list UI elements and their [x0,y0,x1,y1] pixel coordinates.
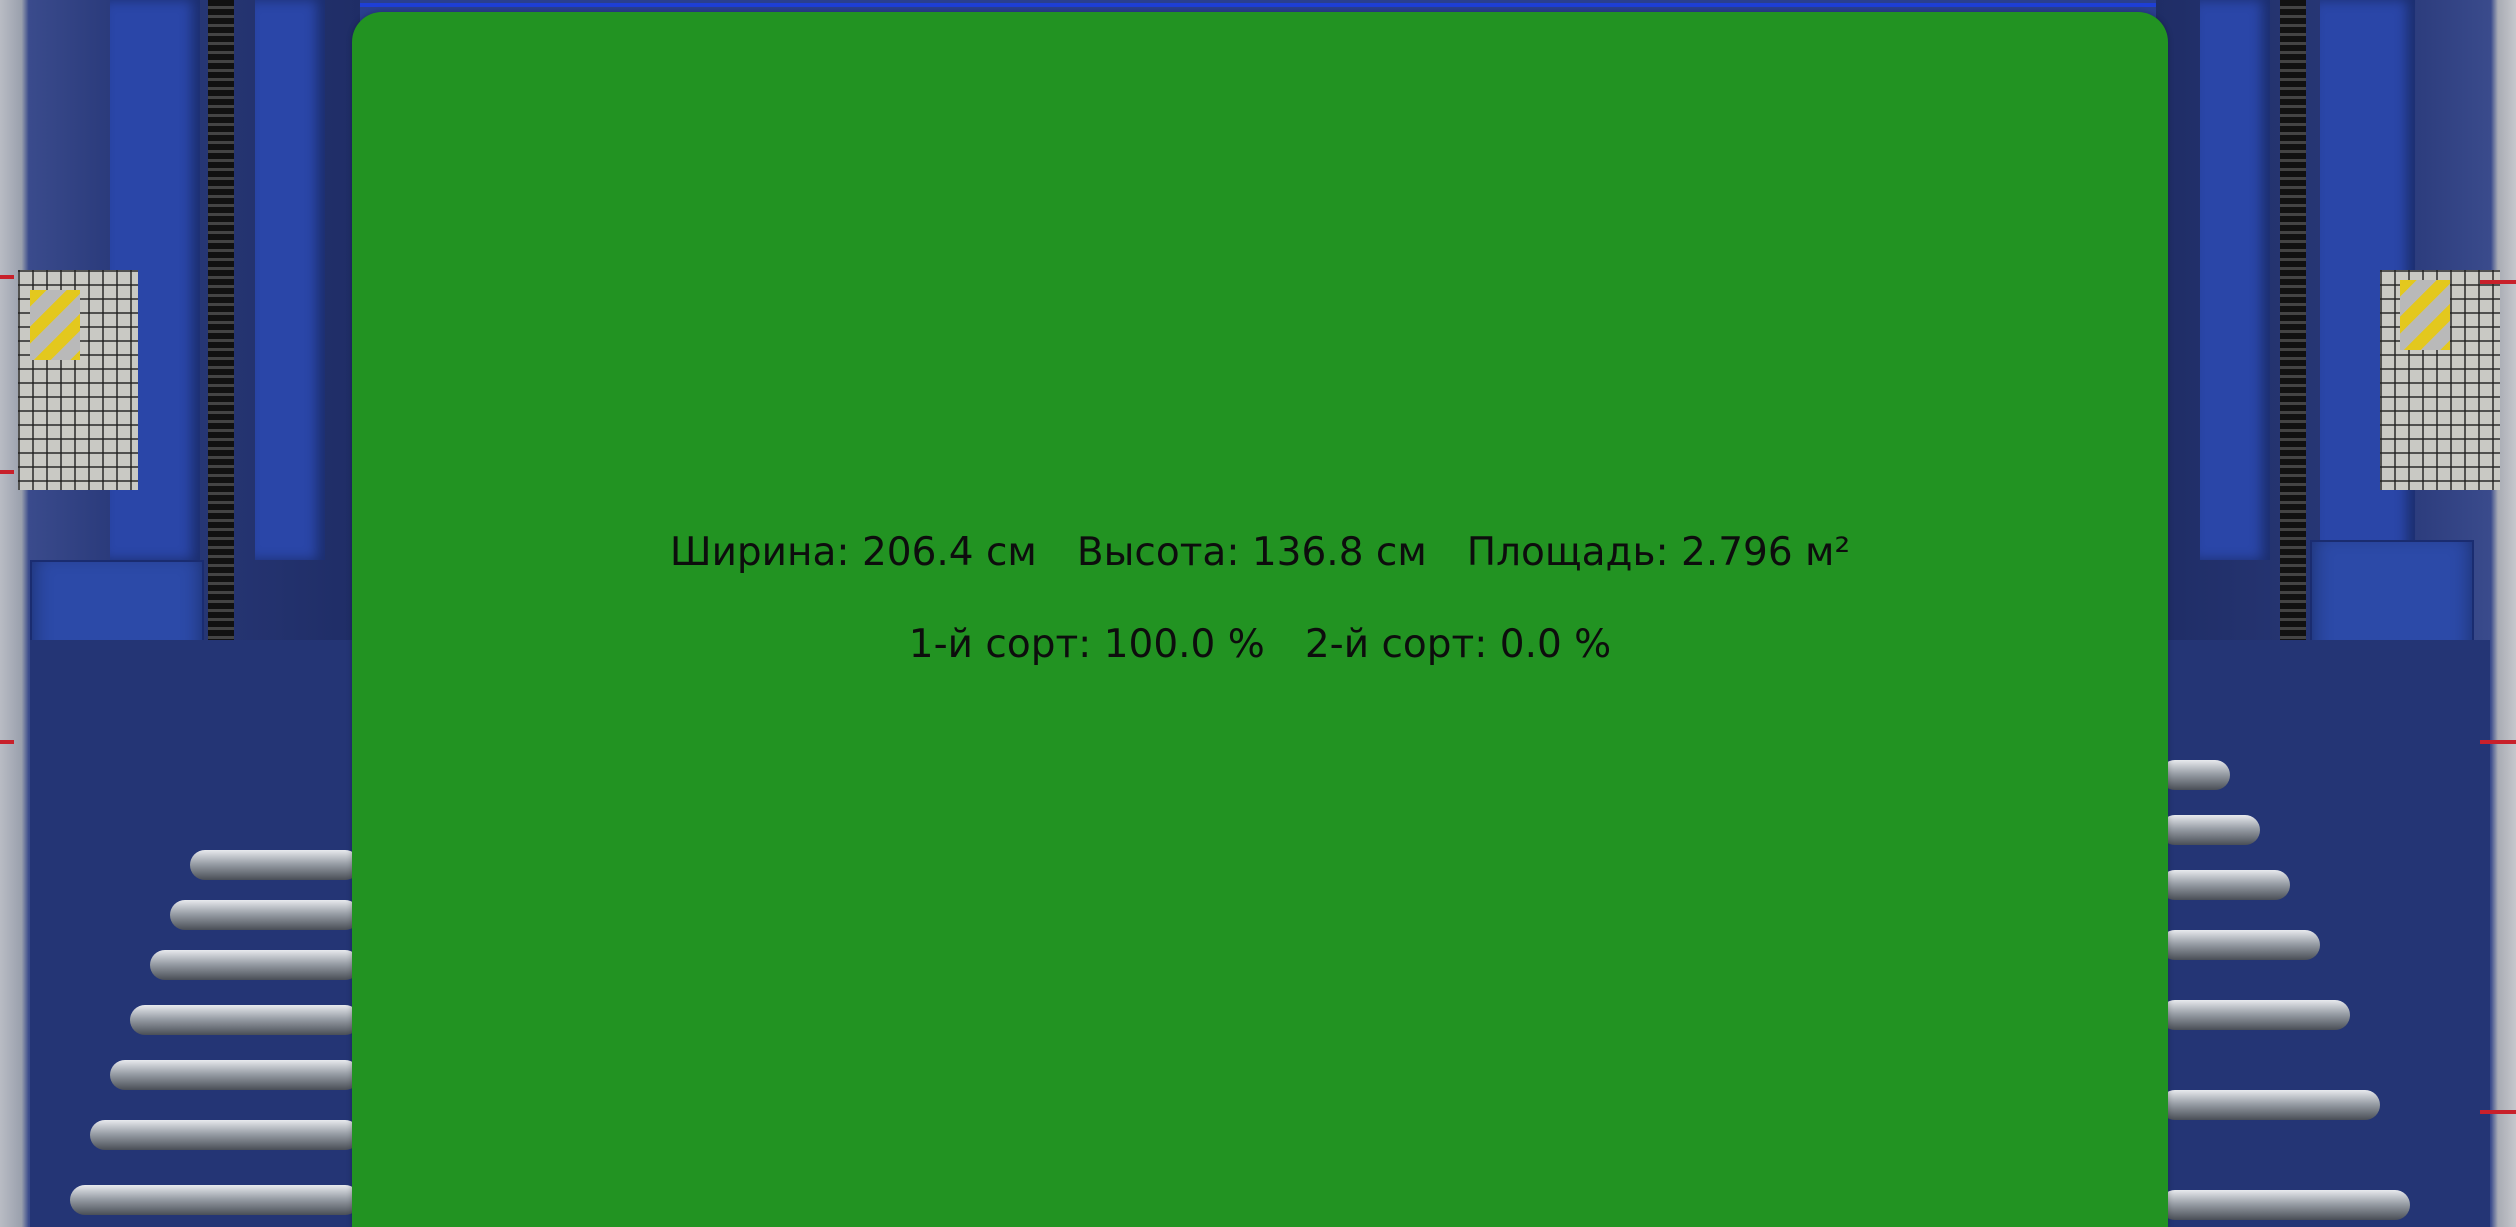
red-marker [2480,280,2516,284]
right-roller [2160,1090,2380,1120]
left-roller [130,1005,360,1035]
left-roller [70,1185,360,1215]
red-marker [2480,740,2516,744]
left-roller [170,900,360,930]
left-hazard-stripe [30,290,80,360]
height-value: Высота: 136.8 см [1076,530,1427,575]
right-roller [2160,870,2290,900]
right-roller [2160,815,2260,845]
red-marker [2480,1110,2516,1114]
grade-readout: 1-й сорт: 100.0 % 2-й сорт: 0.0 % [352,622,2168,667]
left-roller [90,1120,360,1150]
top-border-line [0,3,2516,7]
red-marker [0,275,14,279]
right-roller [2160,1190,2410,1220]
right-roller [2160,1000,2350,1030]
red-marker [0,470,14,474]
camera-view: Ширина: 206.4 см Высота: 136.8 см Площадь:… [0,0,2516,1227]
right-roller [2160,930,2320,960]
left-chain [208,0,234,650]
left-roller [110,1060,360,1090]
area-value: Площадь: 2.796 м² [1466,530,1851,575]
right-chain [2280,0,2306,650]
left-roller [150,950,360,980]
grade1-value: 1-й сорт: 100.0 % [908,622,1265,667]
red-marker [0,740,14,744]
left-pillar-inner [255,0,325,560]
grade2-value: 2-й сорт: 0.0 % [1304,622,1612,667]
width-value: Ширина: 206.4 см [669,530,1037,575]
right-hazard-stripe [2400,280,2450,350]
dimensions-readout: Ширина: 206.4 см Высота: 136.8 см Площадь:… [352,530,2168,575]
left-roller [190,850,360,880]
measurement-overlay: Ширина: 206.4 см Высота: 136.8 см Площадь:… [352,12,2168,1227]
right-pillar-inner [2200,0,2270,560]
right-roller [2160,760,2230,790]
